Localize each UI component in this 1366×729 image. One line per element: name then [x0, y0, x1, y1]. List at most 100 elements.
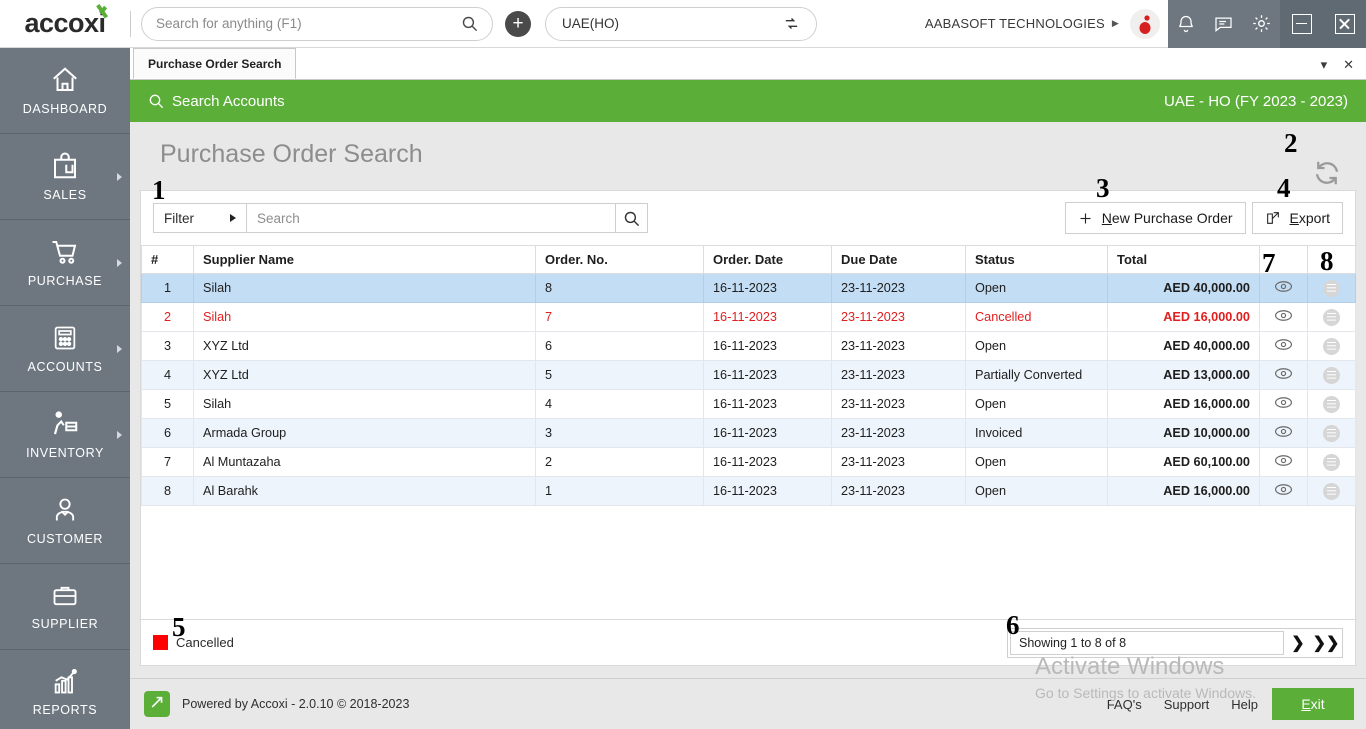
view-row-button[interactable]	[1260, 332, 1308, 361]
annotation-marker-2: 2	[1284, 128, 1298, 159]
column-header-order-no[interactable]: Order. No.	[536, 246, 704, 274]
cell-supplier-name: Silah	[194, 303, 536, 332]
tab-strip: Purchase Order Search ▾ ✕	[130, 48, 1366, 80]
footer-link-help[interactable]: Help	[1231, 697, 1258, 712]
module-header-bar: Search Accounts UAE - HO (FY 2023 - 2023…	[130, 80, 1366, 122]
view-row-button[interactable]	[1260, 448, 1308, 477]
add-new-button[interactable]: +	[505, 11, 531, 37]
sync-icon[interactable]	[783, 15, 800, 32]
results-panel: Filter New Purchase	[140, 190, 1356, 666]
sidebar-item-reports[interactable]: REPORTS	[0, 650, 130, 729]
cell-total: AED 60,100.00	[1108, 448, 1260, 477]
view-row-button[interactable]	[1260, 361, 1308, 390]
view-row-button[interactable]	[1260, 419, 1308, 448]
sidebar-item-dashboard[interactable]: DASHBOARD	[0, 48, 130, 134]
refresh-icon[interactable]	[1312, 158, 1342, 193]
sidebar-item-customer[interactable]: CUSTOMER	[0, 478, 130, 564]
row-menu-button[interactable]	[1308, 477, 1356, 506]
column-header-supplier-name[interactable]: Supplier Name	[194, 246, 536, 274]
triangle-right-icon	[230, 214, 236, 222]
cell-index: 8	[142, 477, 194, 506]
sidebar-item-label: PURCHASE	[28, 274, 102, 288]
table-row[interactable]: 3XYZ Ltd616-11-202323-11-2023OpenAED 40,…	[142, 332, 1356, 361]
column-header-due-date[interactable]: Due Date	[832, 246, 966, 274]
sidebar-item-label: INVENTORY	[26, 446, 104, 460]
sidebar-item-label: SUPPLIER	[32, 617, 99, 631]
view-row-button[interactable]	[1260, 390, 1308, 419]
gear-icon[interactable]	[1251, 13, 1272, 34]
cell-supplier-name: XYZ Ltd	[194, 361, 536, 390]
exit-button[interactable]: Exit	[1272, 688, 1354, 720]
cell-status: Cancelled	[966, 303, 1108, 332]
message-icon[interactable]	[1213, 14, 1234, 34]
last-page-button[interactable]: ❯❯	[1312, 630, 1340, 656]
row-menu-button[interactable]	[1308, 303, 1356, 332]
row-menu-button[interactable]	[1308, 448, 1356, 477]
top-icon-group	[1168, 0, 1280, 48]
global-search[interactable]	[141, 7, 493, 41]
search-input[interactable]	[247, 211, 615, 226]
view-row-button[interactable]	[1260, 303, 1308, 332]
tab-label: Purchase Order Search	[148, 57, 281, 71]
filter-dropdown[interactable]: Filter	[154, 204, 247, 232]
export-button[interactable]: Export	[1252, 202, 1343, 234]
cell-status: Open	[966, 332, 1108, 361]
footer-link-support[interactable]: Support	[1164, 697, 1210, 712]
cell-supplier-name: Armada Group	[194, 419, 536, 448]
footer-link-faqs[interactable]: FAQ's	[1107, 697, 1142, 712]
sidebar-item-inventory[interactable]: INVENTORY	[0, 392, 130, 478]
branch-selector[interactable]: UAE(HO)	[545, 7, 817, 41]
tab-close-icon[interactable]: ✕	[1343, 57, 1354, 73]
table-row[interactable]: 2Silah716-11-202323-11-2023CancelledAED …	[142, 303, 1356, 332]
table-row[interactable]: 7Al Muntazaha216-11-202323-11-2023OpenAE…	[142, 448, 1356, 477]
tab-purchase-order-search[interactable]: Purchase Order Search	[133, 48, 296, 79]
close-icon[interactable]	[1335, 14, 1355, 34]
cell-status: Invoiced	[966, 419, 1108, 448]
column-header-index[interactable]: #	[142, 246, 194, 274]
minimize-icon[interactable]	[1292, 14, 1312, 34]
annotation-marker-7: 7	[1262, 248, 1276, 279]
eye-icon	[1274, 280, 1293, 293]
table-row[interactable]: 5Silah416-11-202323-11-2023OpenAED 16,00…	[142, 390, 1356, 419]
sidebar-item-purchase[interactable]: PURCHASE	[0, 220, 130, 306]
row-menu-button[interactable]	[1308, 274, 1356, 303]
list-menu-icon	[1323, 454, 1340, 471]
next-page-button[interactable]: ❯	[1284, 630, 1312, 656]
cell-due-date: 23-11-2023	[832, 274, 966, 303]
cell-order-no: 6	[536, 332, 704, 361]
column-header-order-date[interactable]: Order. Date	[704, 246, 832, 274]
cell-status: Open	[966, 477, 1108, 506]
column-header-status[interactable]: Status	[966, 246, 1108, 274]
legend-color-swatch	[153, 635, 168, 650]
row-menu-button[interactable]	[1308, 390, 1356, 419]
row-menu-button[interactable]	[1308, 332, 1356, 361]
sidebar-item-sales[interactable]: SALES	[0, 134, 130, 220]
cell-due-date: 23-11-2023	[832, 419, 966, 448]
sidebar-item-accounts[interactable]: ACCOUNTS	[0, 306, 130, 392]
table-row[interactable]: 4XYZ Ltd516-11-202323-11-2023Partially C…	[142, 361, 1356, 390]
view-row-button[interactable]	[1260, 477, 1308, 506]
legend-cancelled: Cancelled	[153, 635, 234, 650]
company-selector[interactable]: AABASOFT TECHNOLOGIES ▶	[925, 9, 1160, 39]
cell-order-date: 16-11-2023	[704, 477, 832, 506]
table-row[interactable]: 8Al Barahk116-11-202323-11-2023OpenAED 1…	[142, 477, 1356, 506]
table-row[interactable]: 1Silah816-11-202323-11-2023OpenAED 40,00…	[142, 274, 1356, 303]
tab-dropdown-icon[interactable]: ▾	[1321, 57, 1328, 73]
avatar[interactable]	[1130, 9, 1160, 39]
pagination-control: Showing 1 to 8 of 8 ❯ ❯❯	[1007, 628, 1343, 658]
search-input[interactable]	[156, 16, 461, 31]
column-header-total[interactable]: Total	[1108, 246, 1260, 274]
table-row[interactable]: 6Armada Group316-11-202323-11-2023Invoic…	[142, 419, 1356, 448]
cell-due-date: 23-11-2023	[832, 390, 966, 419]
eye-icon	[1274, 309, 1293, 322]
list-menu-icon	[1323, 280, 1340, 297]
row-menu-button[interactable]	[1308, 419, 1356, 448]
cell-supplier-name: Al Barahk	[194, 477, 536, 506]
search-button[interactable]	[615, 204, 647, 232]
window-controls	[1280, 0, 1366, 48]
new-purchase-order-button[interactable]: New Purchase Order	[1065, 202, 1246, 234]
module-header-left: Search Accounts	[148, 93, 285, 110]
row-menu-button[interactable]	[1308, 361, 1356, 390]
sidebar-item-supplier[interactable]: SUPPLIER	[0, 564, 130, 650]
bell-icon[interactable]	[1176, 14, 1196, 34]
